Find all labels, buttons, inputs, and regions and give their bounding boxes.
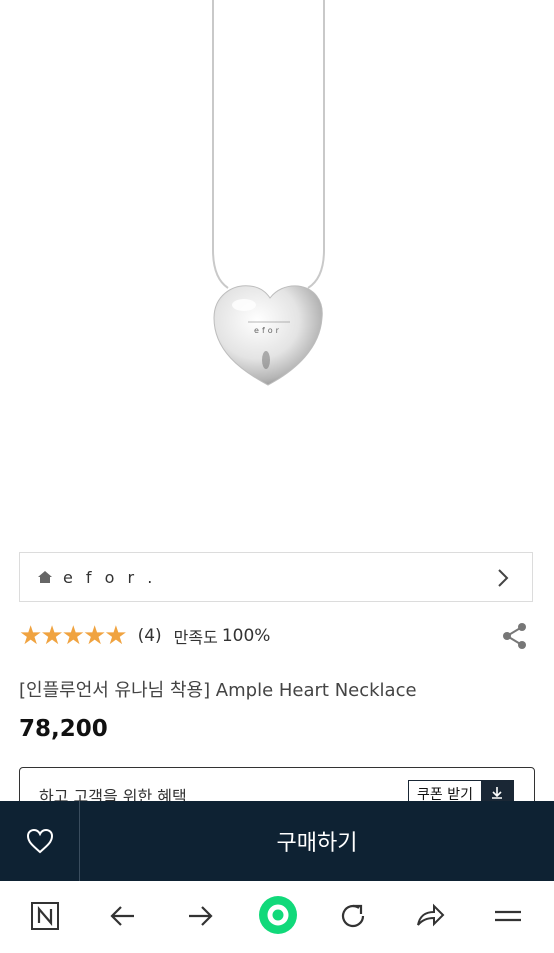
heart-icon	[26, 828, 53, 854]
chain-left	[212, 0, 229, 289]
buy-button[interactable]: 구매하기	[80, 801, 554, 881]
heart-pendant	[213, 285, 323, 386]
star-icon: ★	[61, 621, 85, 651]
home-icon	[38, 571, 52, 583]
heart-necklace-illustration: efor	[212, 0, 325, 386]
chevron-right-icon	[498, 569, 509, 587]
star-icon: ★	[40, 621, 64, 651]
share-arrow-icon[interactable]	[413, 899, 447, 933]
buy-bar: 구매하기	[0, 801, 554, 881]
product-title: [인플루언서 유나님 착용] Ample Heart Necklace	[19, 680, 417, 701]
satisfaction-value: 100%	[221, 626, 271, 646]
brand-link[interactable]: e f o r .	[19, 552, 533, 602]
review-count[interactable]: (4)	[138, 626, 162, 646]
green-home-icon[interactable]	[258, 895, 298, 935]
forward-arrow-icon[interactable]	[183, 899, 217, 933]
star-icon: ★	[82, 621, 107, 651]
brand-name: e f o r .	[63, 567, 157, 587]
back-arrow-icon[interactable]	[106, 899, 140, 933]
pendant-engraving: efor	[254, 326, 282, 335]
buy-label: 구매하기	[276, 831, 358, 856]
menu-icon[interactable]	[491, 899, 525, 933]
satisfaction-label: 만족도	[173, 628, 218, 647]
star-icon: ★	[19, 621, 43, 651]
product-price: 78,200	[19, 716, 108, 742]
reload-icon[interactable]	[336, 899, 370, 933]
star-icon: ★	[104, 621, 128, 651]
rating-row: ★ ★ ★ ★ ★ (4) 만족도 100%	[19, 622, 535, 650]
wishlist-button[interactable]	[0, 801, 80, 881]
chain-right	[307, 0, 325, 289]
product-image[interactable]: efor	[0, 0, 554, 545]
browser-toolbar	[0, 881, 554, 953]
share-icon[interactable]	[501, 622, 529, 650]
star-rating: ★ ★ ★ ★ ★	[19, 621, 128, 651]
naver-n-icon[interactable]	[28, 899, 62, 933]
